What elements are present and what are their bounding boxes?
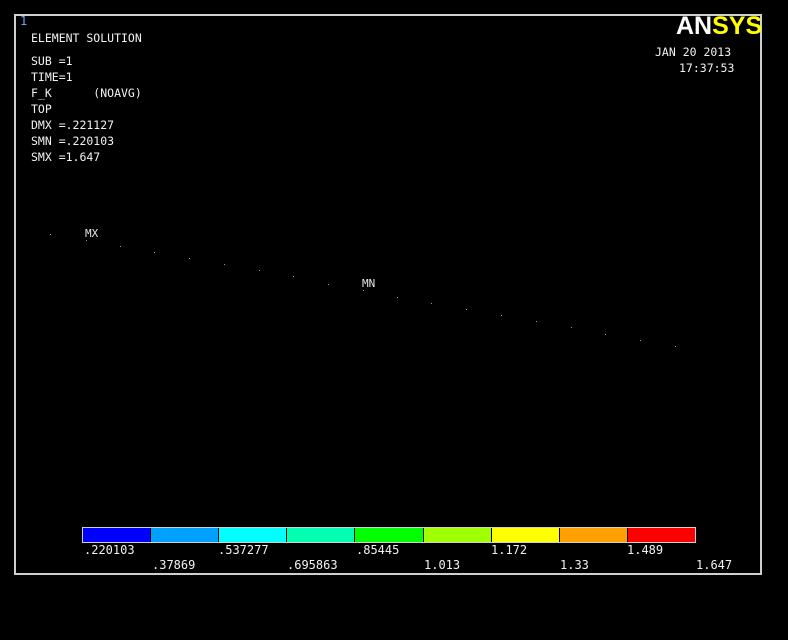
title-element-solution: ELEMENT SOLUTION [31,31,142,45]
legend-label: 1.489 [627,543,664,557]
legend-band-5 [355,528,424,542]
legend-label: .537277 [218,543,269,557]
legend-band-7 [491,528,560,542]
legend-label: .695863 [287,558,338,572]
info-smx: SMX =1.647 [31,150,101,164]
model-element [120,246,121,247]
legend-band-9 [627,528,695,542]
info-substep: SUB =1 [31,54,73,68]
plot-time: 17:37:53 [679,61,735,75]
model-element [640,340,641,341]
legend-label: 1.172 [491,543,528,557]
model-element [154,252,155,253]
legend-band-8 [559,528,628,542]
model-element [466,309,467,310]
min-marker: MN [362,277,376,290]
window-number: 1 [20,14,28,28]
model-element [605,334,606,335]
legend-band-1 [83,528,152,542]
model-element [50,234,51,235]
legend-band-3 [219,528,288,542]
model-element [571,327,572,328]
legend-band-6 [423,528,492,542]
info-smn: SMN =.220103 [31,134,115,148]
model-element [397,297,398,298]
logo-part-2: SYS [712,12,763,40]
legend-label: 1.013 [424,558,461,572]
plot-date: JAN 20 2013 [655,45,732,59]
legend-label: .85445 [356,543,400,557]
info-dmx: DMX =.221127 [31,118,115,132]
logo-part-1: AN [676,12,713,40]
legend-label: 1.33 [560,558,589,572]
info-layer: TOP [31,102,52,116]
model-element [259,270,260,271]
model-element [363,290,364,291]
model-element [293,276,294,277]
legend-band-2 [151,528,220,542]
model-element [224,264,225,265]
legend-label: 1.647 [696,558,733,572]
legend-band-4 [287,528,356,542]
info-time: TIME=1 [31,70,73,84]
model-element [536,321,537,322]
legend-label: .220103 [84,543,135,557]
model-element [328,284,329,285]
contour-legend-bar [82,527,696,543]
ansys-logo: ANSYS [676,12,762,41]
info-result-item: F_K (NOAVG) [31,86,142,100]
model-element [431,303,432,304]
model-element [86,240,87,241]
model-element [675,346,676,347]
model-element [189,258,190,259]
max-marker: MX [85,227,99,240]
legend-label: .37869 [152,558,196,572]
model-element [501,315,502,316]
